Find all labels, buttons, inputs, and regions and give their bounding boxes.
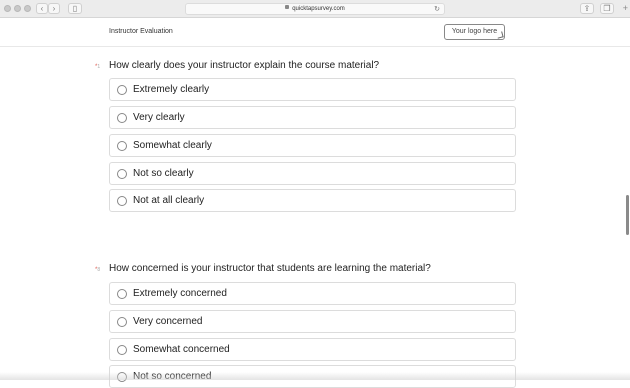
sidebar-button[interactable]: ▯ bbox=[68, 3, 82, 14]
radio-button[interactable] bbox=[117, 289, 127, 299]
option-somewhat-clearly[interactable]: Somewhat clearly bbox=[109, 134, 516, 157]
logo-placeholder-text: Your logo here bbox=[452, 28, 497, 35]
option-not-at-all-clearly[interactable]: Not at all clearly bbox=[109, 189, 516, 212]
option-label: Very concerned bbox=[133, 316, 203, 327]
chevron-right-icon: › bbox=[53, 4, 56, 13]
share-button[interactable]: ⇪ bbox=[580, 3, 594, 14]
option-not-so-clearly[interactable]: Not so clearly bbox=[109, 162, 516, 185]
radio-button[interactable] bbox=[117, 141, 127, 151]
address-bar[interactable]: quicktapsurvey.com ↻ bbox=[185, 3, 445, 15]
radio-button[interactable] bbox=[117, 169, 127, 179]
option-extremely-clearly[interactable]: Extremely clearly bbox=[109, 78, 516, 101]
option-somewhat-concerned[interactable]: Somewhat concerned bbox=[109, 338, 516, 361]
question-text: How concerned is your instructor that st… bbox=[109, 263, 431, 274]
option-label: Extremely clearly bbox=[133, 84, 209, 95]
radio-button[interactable] bbox=[117, 85, 127, 95]
tabs-icon: ❐ bbox=[603, 4, 610, 13]
reload-icon[interactable]: ↻ bbox=[434, 4, 440, 15]
address-text: quicktapsurvey.com bbox=[186, 4, 444, 15]
required-marker: *8 bbox=[95, 267, 100, 273]
logo-placeholder[interactable]: Your logo here bbox=[444, 24, 505, 40]
url-text: quicktapsurvey.com bbox=[292, 6, 345, 12]
forward-button[interactable]: › bbox=[48, 3, 60, 14]
page-scrollbar[interactable] bbox=[626, 195, 629, 235]
survey-header: Instructor Evaluation Your logo here bbox=[0, 18, 630, 47]
share-icon: ⇪ bbox=[584, 4, 591, 13]
option-label: Somewhat clearly bbox=[133, 140, 212, 151]
bottom-shadow bbox=[0, 372, 630, 380]
required-marker: *1 bbox=[95, 64, 100, 70]
option-label: Not so clearly bbox=[133, 168, 194, 179]
radio-button[interactable] bbox=[117, 317, 127, 327]
edit-icon bbox=[496, 31, 503, 38]
survey-title: Instructor Evaluation bbox=[109, 28, 173, 35]
sidebar-icon: ▯ bbox=[73, 4, 77, 13]
radio-button[interactable] bbox=[117, 196, 127, 206]
chevron-left-icon: ‹ bbox=[41, 4, 44, 13]
option-extremely-concerned[interactable]: Extremely concerned bbox=[109, 282, 516, 305]
minimize-window-button[interactable] bbox=[14, 5, 21, 12]
option-label: Very clearly bbox=[133, 112, 185, 123]
radio-button[interactable] bbox=[117, 345, 127, 355]
new-tab-icon[interactable]: + bbox=[623, 3, 628, 14]
close-window-button[interactable] bbox=[4, 5, 11, 12]
option-very-clearly[interactable]: Very clearly bbox=[109, 106, 516, 129]
radio-button[interactable] bbox=[117, 113, 127, 123]
tabs-overview-button[interactable]: ❐ bbox=[600, 3, 614, 14]
question-text: How clearly does your instructor explain… bbox=[109, 60, 379, 71]
option-very-concerned[interactable]: Very concerned bbox=[109, 310, 516, 333]
lock-icon bbox=[285, 5, 289, 9]
browser-toolbar: ‹ › ▯ quicktapsurvey.com ↻ ⇪ ❐ + bbox=[0, 0, 630, 18]
back-button[interactable]: ‹ bbox=[36, 3, 48, 14]
option-label: Somewhat concerned bbox=[133, 344, 230, 355]
option-label: Extremely concerned bbox=[133, 288, 227, 299]
zoom-window-button[interactable] bbox=[24, 5, 31, 12]
option-label: Not at all clearly bbox=[133, 195, 204, 206]
